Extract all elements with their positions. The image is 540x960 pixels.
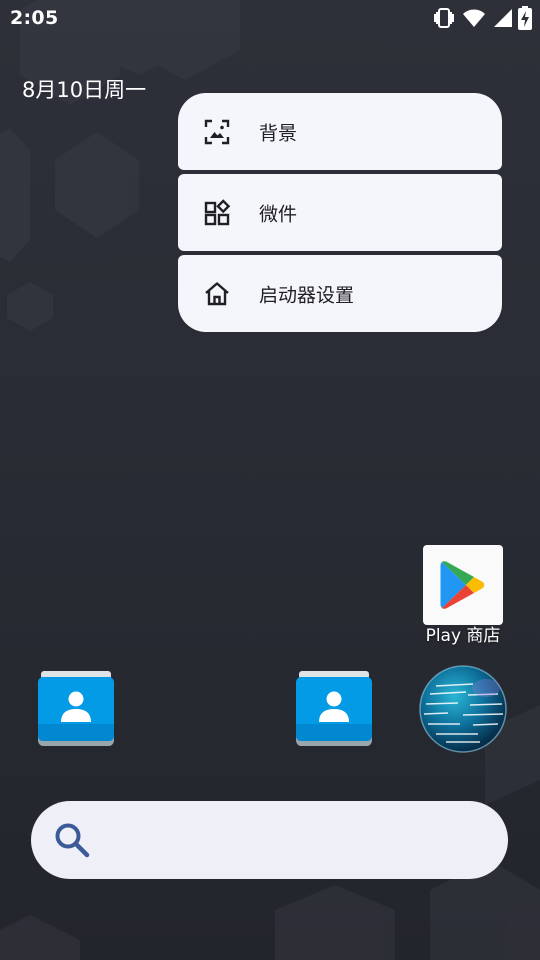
globe-app[interactable]	[418, 664, 508, 754]
contacts-app-1[interactable]	[35, 668, 117, 750]
menu-label-widgets: 微件	[259, 203, 298, 225]
launcher-context-menu: 背景 微件 启动器设置	[178, 93, 502, 332]
signal-icon	[494, 9, 512, 27]
search-icon	[55, 823, 90, 858]
home-screen: 2:05 8月10日周一 背景 微件 启动器设置 Play 商店	[0, 0, 540, 960]
date-label[interactable]: 8月10日周一	[22, 74, 146, 104]
wallpaper-icon	[204, 119, 230, 144]
menu-item-wallpaper[interactable]: 背景	[178, 93, 502, 170]
search-bar[interactable]	[31, 801, 508, 879]
widgets-icon	[204, 198, 231, 225]
play-store-tile[interactable]	[423, 545, 503, 625]
status-bar: 2:05	[0, 0, 540, 36]
menu-label-wallpaper: 背景	[259, 122, 298, 144]
wifi-icon	[463, 9, 485, 27]
home-settings-icon	[205, 281, 229, 305]
battery-charging-icon	[518, 6, 532, 30]
contacts-app-2[interactable]	[293, 668, 375, 750]
play-store-icon	[440, 561, 485, 609]
status-time: 2:05	[10, 7, 59, 29]
menu-item-launcher-settings[interactable]: 启动器设置	[178, 255, 502, 332]
menu-label-launcher-settings: 启动器设置	[259, 284, 355, 306]
vibrate-icon	[434, 8, 454, 28]
status-icons	[432, 6, 532, 30]
menu-item-widgets[interactable]: 微件	[178, 174, 502, 251]
play-store-label: Play 商店	[425, 626, 501, 646]
